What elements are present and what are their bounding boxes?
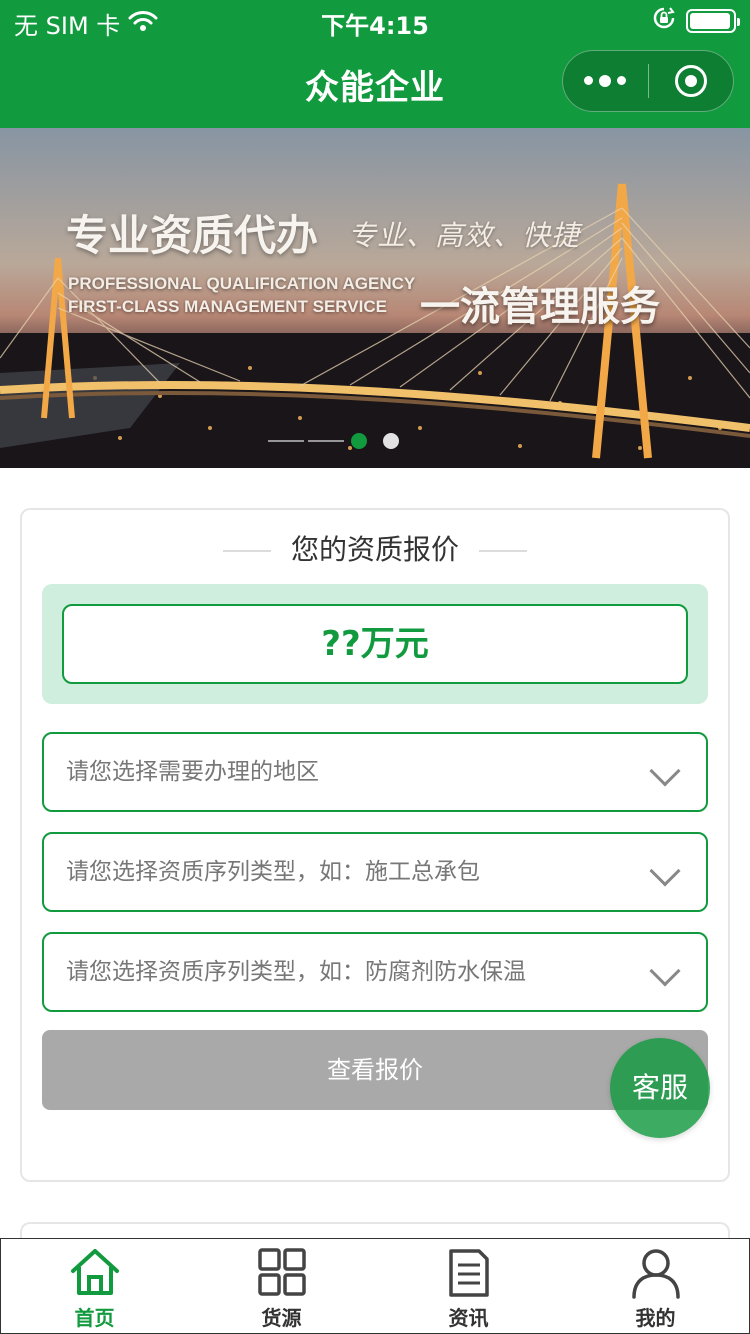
tab-mine[interactable]: 我的 — [562, 1239, 749, 1333]
region-select-placeholder: 请您选择需要办理的地区 — [66, 759, 319, 785]
banner-english-text: PROFESSIONAL QUALIFICATION AGENCY FIRST-… — [68, 272, 415, 318]
mini-program-capsule — [562, 50, 734, 112]
rotation-lock-icon — [652, 6, 676, 36]
banner-slogan: 一流管理服务 — [420, 283, 660, 330]
category-select[interactable]: 请您选择资质序列类型，如：施工总承包 — [42, 832, 708, 912]
type-select-placeholder: 请您选择资质序列类型，如：防腐剂防水保温 — [66, 959, 526, 985]
banner-carousel[interactable]: 专业资质代办 专业、高效、快捷 PROFESSIONAL QUALIFICATI… — [0, 128, 750, 468]
tab-bar: 首页 货源 资讯 我的 — [0, 1238, 750, 1334]
indicator-line — [268, 440, 304, 442]
title-rule-left — [222, 550, 271, 552]
quote-title-text: 您的资质报价 — [290, 533, 459, 566]
customer-service-button[interactable]: 客服 — [610, 1038, 710, 1138]
status-time: 下午4:15 — [321, 12, 429, 40]
price-panel: ??万元 — [42, 584, 708, 704]
tab-news-label: 资讯 — [448, 1306, 489, 1330]
battery-icon — [686, 9, 740, 33]
type-select[interactable]: 请您选择资质序列类型，如：防腐剂防水保温 — [42, 932, 708, 1012]
target-circle-icon — [674, 65, 707, 97]
quote-card-title: 您的资质报价 — [22, 528, 728, 568]
chevron-down-icon — [649, 855, 681, 887]
more-button[interactable] — [563, 50, 648, 112]
carousel-dot[interactable] — [383, 433, 399, 449]
grid-icon — [257, 1247, 307, 1301]
banner-headline: 专业资质代办 — [66, 211, 319, 260]
title-rule-right — [479, 550, 527, 552]
tab-home-label: 首页 — [74, 1306, 115, 1330]
chevron-down-icon — [649, 955, 681, 987]
user-icon — [630, 1247, 682, 1303]
chevron-down-icon — [649, 755, 681, 787]
tab-goods-label: 货源 — [261, 1306, 302, 1330]
view-quote-button[interactable]: 查看报价 — [42, 1030, 708, 1110]
status-right — [652, 6, 740, 36]
status-bar: 无 SIM 卡 下午4:15 — [0, 0, 750, 40]
banner-english-line2: FIRST-CLASS MANAGEMENT SERVICE — [68, 297, 387, 316]
top-bar: 无 SIM 卡 下午4:15 众能企业 — [0, 0, 750, 128]
banner-english-line1: PROFESSIONAL QUALIFICATION AGENCY — [68, 274, 416, 293]
tab-news[interactable]: 资讯 — [375, 1239, 562, 1333]
indicator-line — [308, 440, 344, 442]
close-button[interactable] — [649, 50, 734, 112]
price-value: ??万元 — [62, 604, 688, 684]
category-select-placeholder: 请您选择资质序列类型，如：施工总承包 — [66, 859, 480, 885]
more-dots-icon — [584, 74, 627, 87]
carousel-indicators — [0, 431, 750, 451]
tab-goods[interactable]: 货源 — [188, 1239, 375, 1333]
document-icon — [447, 1247, 491, 1303]
carousel-dot-active[interactable] — [351, 433, 367, 449]
home-icon — [69, 1247, 121, 1301]
tab-mine-label: 我的 — [635, 1306, 676, 1330]
region-select[interactable]: 请您选择需要办理的地区 — [42, 732, 708, 812]
banner-tagline: 专业、高效、快捷 — [348, 219, 581, 252]
tab-home[interactable]: 首页 — [1, 1239, 188, 1333]
